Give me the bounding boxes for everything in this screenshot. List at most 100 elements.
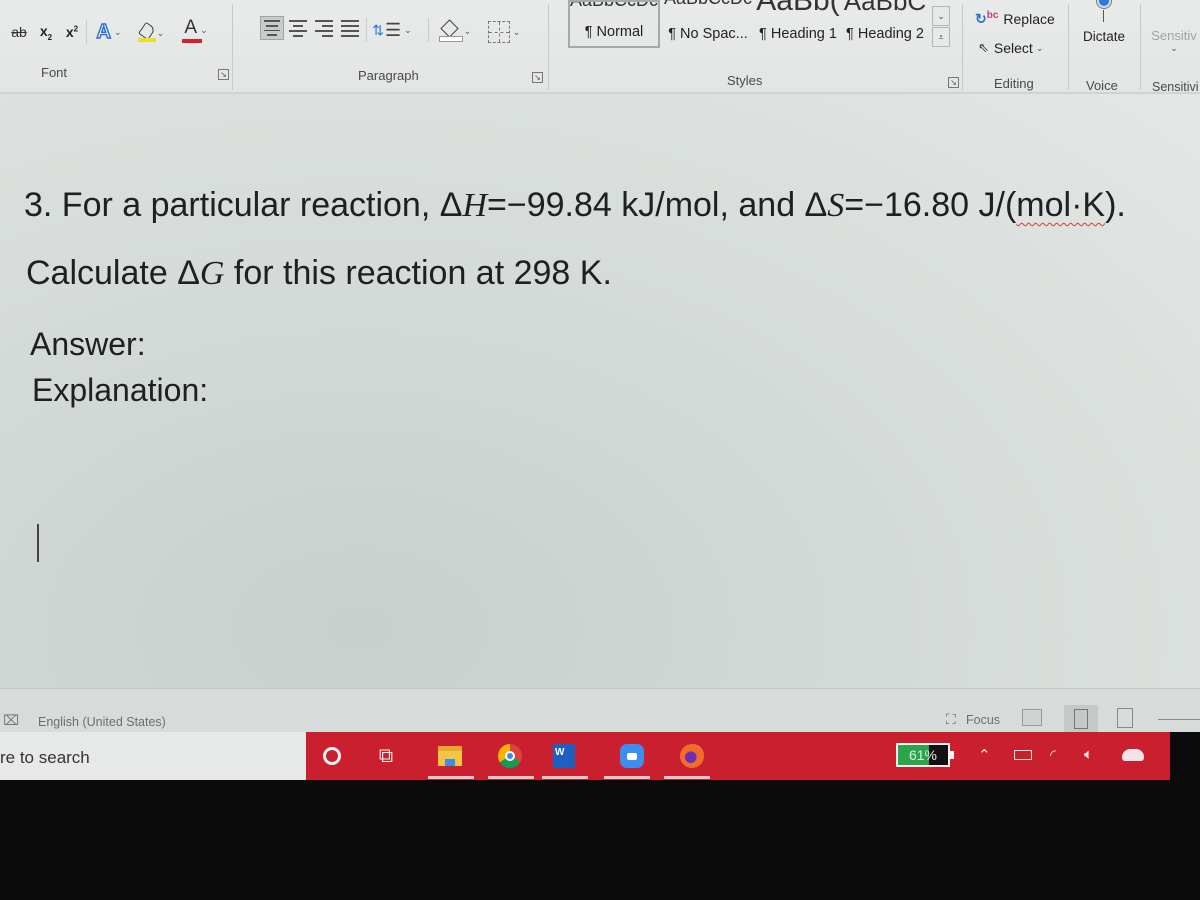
styles-gallery: AaBbCcDc ¶ Normal AaBbCcDc ¶ No Spac... …: [560, 0, 952, 50]
language-indicator[interactable]: English (United States): [38, 715, 166, 729]
question-suffix: ).: [1105, 186, 1126, 224]
chrome-button[interactable]: [496, 742, 524, 770]
show-hidden-icons-chevron-icon[interactable]: ⌃: [978, 746, 991, 764]
style-preview: AaBbCcDc: [569, 0, 659, 10]
chrome-icon: [498, 744, 522, 768]
taskbar: ⧉ W 61% ⌃ ◜ 🔈︎: [306, 732, 1170, 780]
line-spacing-button[interactable]: ⇅ ☰ ⌄: [372, 16, 412, 44]
question-mid: =−99.84 kJ/mol, and Δ: [487, 186, 828, 224]
read-mode-icon[interactable]: [1022, 709, 1042, 726]
subscript-button[interactable]: x2: [36, 20, 56, 44]
subscript-glyph: x: [39, 22, 48, 39]
instruction-text: Calculate ΔG for this reaction at 298 K.: [26, 254, 612, 293]
sensitivity-button[interactable]: Sensitiv ⌄: [1146, 0, 1200, 60]
ribbon: ab x2 x2 A ⌄ ⌄ A ⌄ Font ↘ ⇅ ☰ ⌄ ⌄ ⌄ Para…: [0, 0, 1200, 94]
subscript-icon: x2: [39, 22, 53, 42]
chevron-down-icon: ⌄: [1035, 42, 1044, 53]
style-label: ¶ Heading 1: [759, 26, 837, 42]
folder-icon: [438, 746, 462, 766]
superscript-button[interactable]: x2: [62, 20, 82, 44]
spelling-flagged-word[interactable]: mol·K: [1016, 186, 1105, 224]
battery-tray-icon[interactable]: [1014, 750, 1032, 760]
replace-icon: ↻bc: [975, 10, 999, 27]
style-normal[interactable]: AaBbCcDc ¶ Normal: [568, 0, 660, 48]
group-divider: [548, 4, 549, 90]
styles-scroll-down-button[interactable]: ⌄: [932, 6, 950, 26]
styles-dialog-launcher-icon[interactable]: ↘: [948, 77, 959, 88]
font-color-icon: A: [182, 17, 202, 43]
borders-button[interactable]: ⌄: [484, 20, 524, 44]
divider: [428, 18, 429, 42]
strikethrough-icon: ab: [11, 24, 27, 40]
replace-button[interactable]: ↻bc Replace: [975, 6, 1055, 32]
paint-bucket-icon: [438, 20, 463, 42]
style-preview: AaBb(: [756, 0, 840, 17]
superscript-glyph: x: [65, 24, 74, 40]
style-label: ¶ Heading 2: [846, 26, 924, 42]
shading-button[interactable]: ⌄: [436, 18, 474, 44]
firefox-button[interactable]: [678, 742, 706, 770]
line-spacing-icon: ⇅: [372, 21, 385, 38]
battery-percent: 61%: [908, 747, 938, 763]
font-group-label: Font: [41, 65, 68, 80]
divider: [366, 18, 367, 42]
answer-label: Answer:: [30, 326, 146, 362]
chevron-down-icon: ⌄: [1170, 43, 1178, 53]
document-canvas[interactable]: 3. For a particular reaction, ΔH=−99.84 …: [0, 94, 1200, 688]
word-button[interactable]: W: [550, 742, 578, 770]
instruction-prefix: Calculate Δ: [26, 254, 200, 292]
style-heading-1[interactable]: AaBb( ¶ Heading 1: [756, 0, 840, 48]
divider: [86, 20, 87, 44]
align-right-button[interactable]: [312, 16, 336, 40]
volume-icon[interactable]: 🔈︎: [1084, 746, 1093, 763]
style-heading-2[interactable]: AaBbC ¶ Heading 2: [842, 0, 928, 48]
cortana-icon: [323, 747, 341, 765]
style-no-spacing[interactable]: AaBbCcDc ¶ No Spac...: [664, 0, 752, 48]
word-icon: W: [553, 744, 575, 768]
task-view-button[interactable]: ⧉: [372, 742, 400, 770]
enthalpy-symbol: H: [462, 187, 488, 224]
wifi-icon[interactable]: ◜: [1050, 746, 1056, 764]
web-layout-icon[interactable]: [1117, 708, 1133, 728]
styles-more-button[interactable]: ⩡: [932, 27, 950, 47]
search-placeholder: re to search: [0, 748, 90, 767]
chevron-down-icon: ⌄: [463, 25, 472, 36]
focus-mode-button[interactable]: Focus: [966, 713, 1000, 727]
proofing-icon[interactable]: ⌧: [3, 712, 19, 729]
file-explorer-button[interactable]: [436, 742, 464, 770]
styles-group-label: Styles: [727, 73, 763, 88]
strikethrough-button[interactable]: ab: [4, 20, 34, 44]
dictate-button[interactable]: Dictate: [1076, 0, 1132, 50]
select-button[interactable]: ⇖ Select ⌄: [978, 36, 1043, 60]
justify-button[interactable]: [338, 16, 362, 40]
chevron-down-icon: ⌄: [113, 26, 122, 37]
dictate-label: Dictate: [1082, 29, 1126, 44]
font-color-button[interactable]: A ⌄: [178, 16, 214, 44]
sensitivity-group-label: Sensitivi: [1152, 80, 1199, 94]
font-dialog-launcher-icon[interactable]: ↘: [218, 69, 229, 80]
highlight-color-button[interactable]: ⌄: [134, 20, 168, 46]
taskbar-search-box[interactable]: re to search: [0, 732, 306, 780]
cortana-button[interactable]: [318, 742, 346, 770]
running-indicator: [664, 776, 710, 779]
explanation-label: Explanation:: [32, 372, 209, 408]
text-cursor: [37, 524, 39, 562]
align-left-button[interactable]: [260, 16, 284, 40]
select-label: Select: [993, 40, 1033, 56]
paragraph-dialog-launcher-icon[interactable]: ↘: [532, 72, 543, 83]
align-center-button[interactable]: [286, 16, 310, 40]
print-layout-icon: [1074, 709, 1088, 729]
zoom-slider[interactable]: [1158, 719, 1200, 720]
running-indicator: [604, 776, 650, 779]
gibbs-symbol: G: [199, 255, 225, 292]
sensitivity-label: Sensitiv: [1151, 28, 1197, 43]
replace-label: Replace: [1003, 11, 1055, 27]
chevron-down-icon: ⌄: [512, 26, 521, 37]
zoom-app-button[interactable]: [618, 742, 646, 770]
chevron-down-icon: ⌄: [200, 24, 208, 35]
text-effects-button[interactable]: A ⌄: [92, 18, 126, 46]
battery-indicator[interactable]: 61%: [896, 743, 954, 767]
paragraph-group-label: Paragraph: [358, 68, 419, 83]
running-indicator: [542, 776, 588, 779]
onedrive-cloud-icon[interactable]: [1122, 749, 1144, 761]
